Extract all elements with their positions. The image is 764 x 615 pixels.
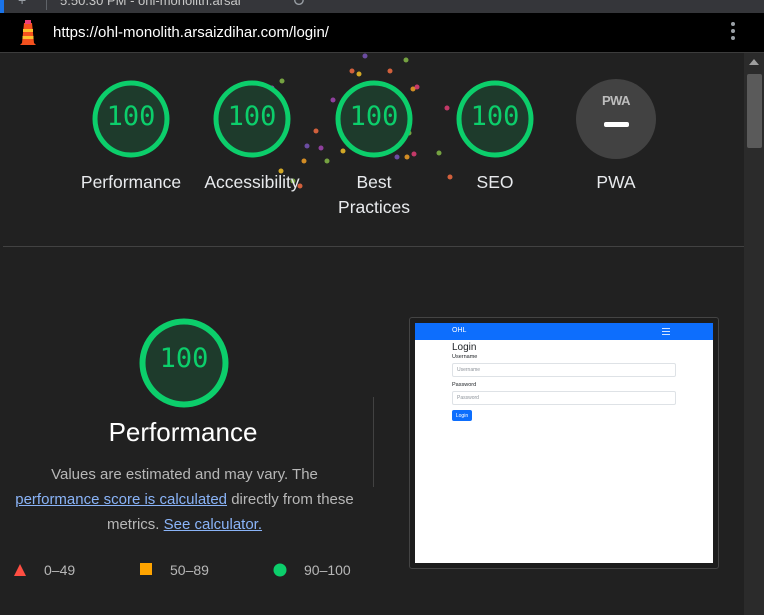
performance-score-link[interactable]: performance score is calculated (15, 491, 227, 508)
screenshot-page: OHL Login Username Username Password Pas… (415, 323, 713, 563)
confetti-dot (403, 57, 409, 63)
confetti-dot (304, 143, 310, 149)
confetti-dot (436, 150, 442, 156)
legend-range: 90–100 (304, 562, 351, 578)
gauge-score: 100 (106, 101, 156, 132)
new-tab-icon[interactable]: + (18, 0, 26, 8)
red-triangle-icon (14, 564, 26, 576)
screenshot-title: Login (452, 342, 477, 353)
vertical-divider (373, 397, 374, 487)
pwa-dash-icon (604, 122, 629, 127)
scroll-up-icon[interactable] (749, 59, 759, 65)
legend-pass: 90–100 (273, 561, 373, 581)
pwa-badge-icon: PWA (601, 93, 631, 108)
legend-range: 50–89 (170, 562, 209, 578)
screenshot-password-label: Password (452, 382, 477, 388)
confetti-dot (318, 145, 324, 151)
lighthouse-report: 100 Performance 100 Accessibility 100 Be… (3, 53, 744, 615)
gauge-score: 100 (470, 101, 520, 132)
gauge-label-best-practices: Best Practices (338, 172, 410, 217)
gauge-label-accessibility: Accessibility (204, 172, 300, 192)
performance-score: 100 (159, 343, 209, 374)
gauge-score: 100 (227, 101, 277, 132)
browser-tab-strip: + 5:50:30 PM - ohl-monolith.arsai ↻ (0, 0, 764, 13)
password-placeholder: Password (457, 395, 479, 401)
confetti-dot (349, 68, 355, 74)
reload-icon[interactable]: ↻ (292, 0, 305, 11)
gauge-best-practices[interactable]: 100 (334, 79, 414, 159)
confetti-dot (444, 105, 450, 111)
confetti-dot (362, 53, 368, 59)
performance-title: Performance (108, 417, 258, 447)
confetti-dot (387, 68, 393, 74)
gauge-accessibility[interactable]: 100 (212, 79, 292, 159)
screenshot-navbar: OHL (415, 323, 713, 340)
screenshot-username-field: Username (452, 363, 676, 377)
scrollbar-thumb[interactable] (747, 74, 762, 148)
desc-text: Values are estimated and may vary. The (51, 466, 318, 483)
screenshot-brand: OHL (452, 327, 467, 334)
see-calculator-link[interactable]: See calculator. (164, 516, 262, 533)
confetti-dot (324, 158, 330, 164)
screenshot-password-field: Password (452, 391, 676, 405)
confetti-dot (414, 84, 420, 90)
confetti-dot (301, 158, 307, 164)
page-url[interactable]: https://ohl-monolith.arsaizdihar.com/log… (53, 24, 329, 41)
lighthouse-icon (20, 20, 36, 45)
gauge-performance[interactable]: 100 (91, 79, 171, 159)
vertical-scrollbar[interactable] (744, 53, 764, 615)
legend-fail: 0–49 (13, 561, 113, 581)
confetti-dot (313, 128, 319, 134)
gauge-score: 100 (349, 101, 399, 132)
green-circle-icon (273, 563, 287, 577)
username-placeholder: Username (457, 367, 481, 373)
more-options-icon[interactable] (728, 22, 738, 44)
section-divider (3, 246, 744, 247)
final-screenshot[interactable]: OHL Login Username Username Password Pas… (409, 317, 719, 569)
tab-separator (46, 0, 47, 10)
url-bar: https://ohl-monolith.arsaizdihar.com/log… (0, 13, 764, 53)
gauge-label-seo: SEO (476, 172, 514, 192)
gauge-seo[interactable]: 100 (455, 79, 535, 159)
legend-range: 0–49 (44, 562, 76, 578)
gauge-pwa[interactable]: PWA (576, 79, 656, 159)
gauge-label-pwa: PWA (596, 172, 636, 192)
confetti-dot (356, 71, 362, 77)
performance-description: Values are estimated and may vary. The p… (7, 462, 362, 537)
legend-average: 50–89 (140, 561, 240, 581)
screenshot-username-label: Username (452, 354, 478, 360)
gauge-label-performance: Performance (80, 172, 182, 192)
login-button-label: Login (455, 413, 469, 419)
performance-score-gauge: 100 (138, 317, 230, 409)
tab-title[interactable]: 5:50:30 PM - ohl-monolith.arsai (60, 0, 241, 8)
hamburger-icon (662, 328, 670, 337)
orange-square-icon (140, 563, 152, 575)
active-tab-indicator (0, 0, 4, 13)
screenshot-login-button: Login (452, 410, 472, 421)
